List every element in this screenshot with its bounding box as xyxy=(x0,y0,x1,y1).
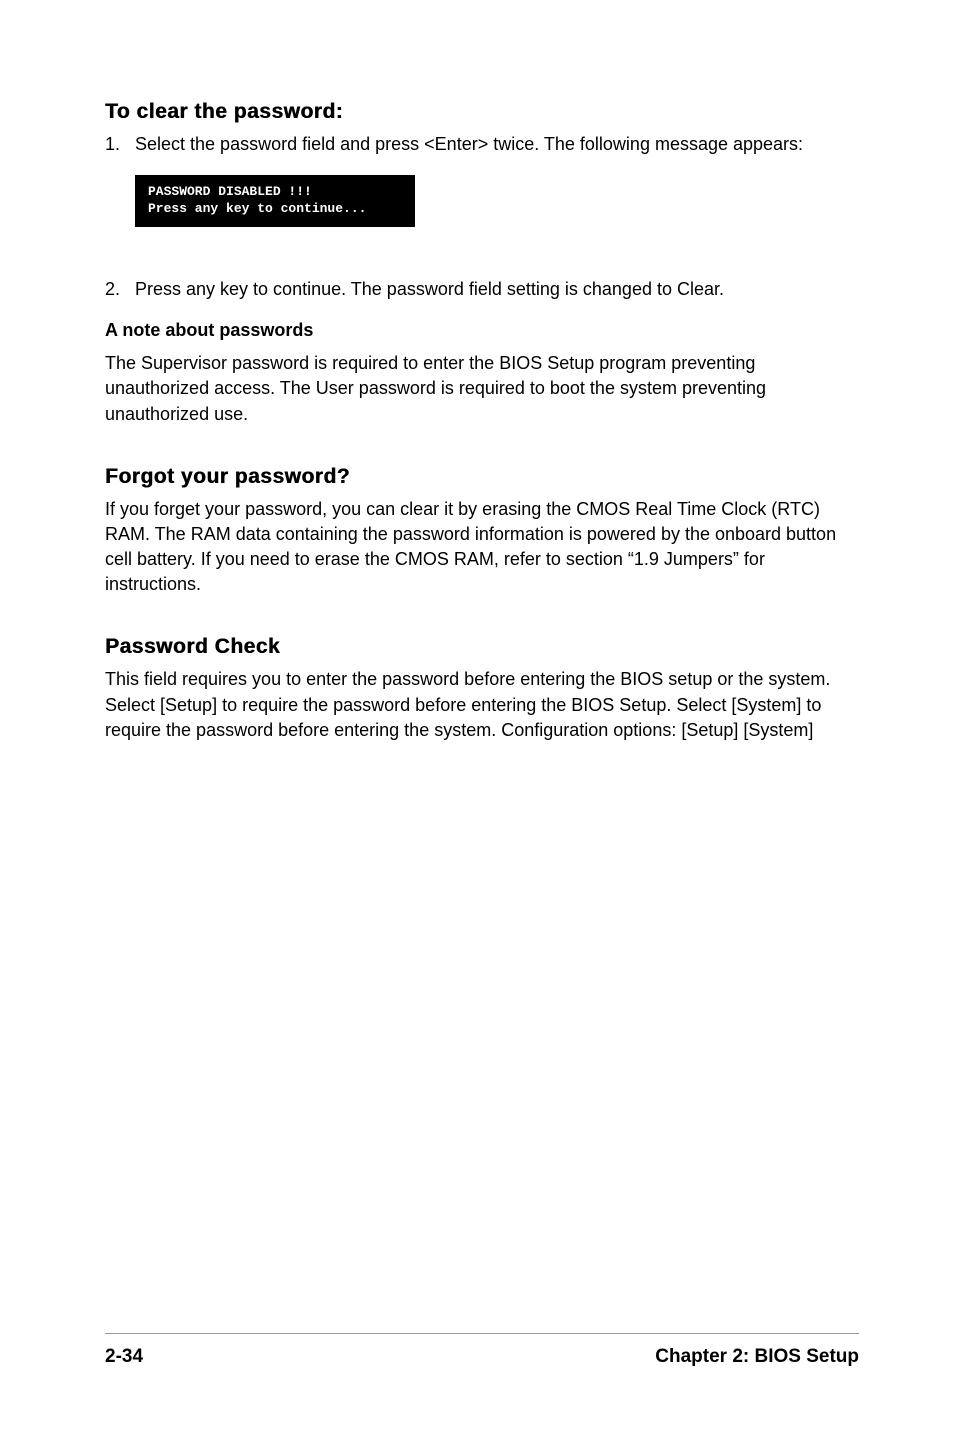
note-heading: A note about passwords xyxy=(105,320,859,341)
step-2-number: 2. xyxy=(105,277,135,302)
forgot-password-heading: Forgot your password? xyxy=(105,465,859,489)
password-check-section: Password Check This field requires you t… xyxy=(105,635,859,743)
clear-password-section: To clear the password: 1. Select the pas… xyxy=(105,100,859,427)
step-2: 2. Press any key to continue. The passwo… xyxy=(105,277,859,302)
chapter-title: Chapter 2: BIOS Setup xyxy=(655,1346,859,1368)
step-2-text: Press any key to continue. The password … xyxy=(135,277,859,302)
page-footer: 2-34 Chapter 2: BIOS Setup xyxy=(105,1333,859,1368)
forgot-password-text: If you forget your password, you can cle… xyxy=(105,497,859,598)
code-line-1: PASSWORD DISABLED !!! xyxy=(148,184,402,201)
clear-password-heading: To clear the password: xyxy=(105,100,859,124)
page-number: 2-34 xyxy=(105,1346,143,1368)
password-check-heading: Password Check xyxy=(105,635,859,659)
password-disabled-message-box: PASSWORD DISABLED !!! Press any key to c… xyxy=(135,175,415,227)
password-check-text: This field requires you to enter the pas… xyxy=(105,667,859,743)
step-1-number: 1. xyxy=(105,132,135,157)
step-1-text: Select the password field and press <Ent… xyxy=(135,132,859,157)
step-1: 1. Select the password field and press <… xyxy=(105,132,859,157)
code-line-2: Press any key to continue... xyxy=(148,201,402,218)
note-text: The Supervisor password is required to e… xyxy=(105,351,859,427)
forgot-password-section: Forgot your password? If you forget your… xyxy=(105,465,859,598)
footer-divider xyxy=(105,1333,859,1334)
